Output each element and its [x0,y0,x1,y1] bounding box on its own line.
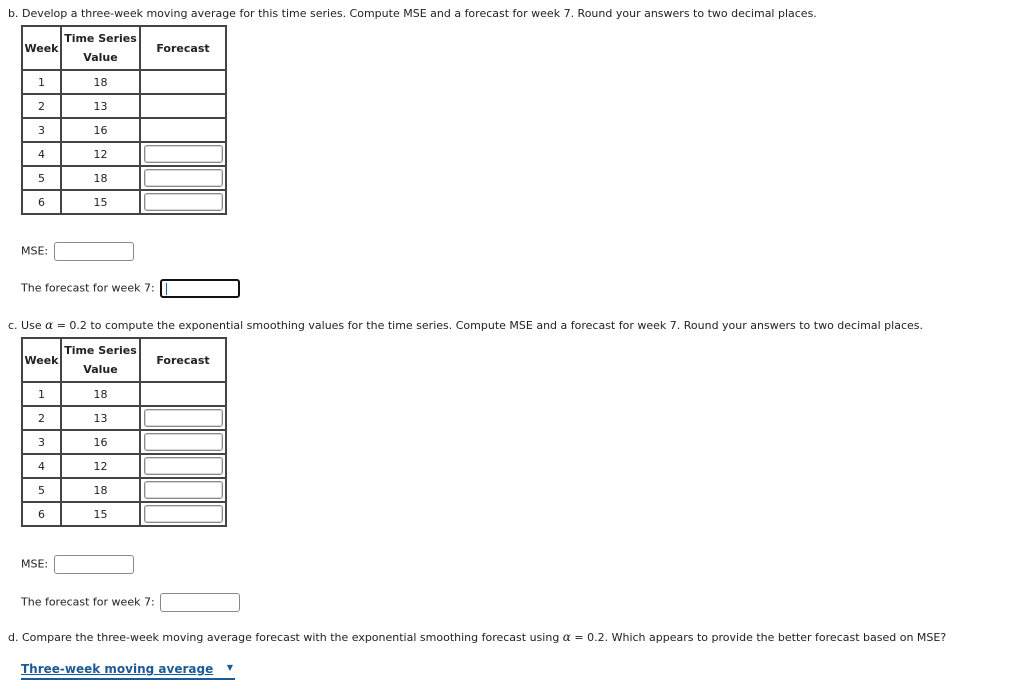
forecast-cell [139,165,227,191]
forecast-cell [139,93,227,119]
table-row: 1 18 [21,69,227,95]
value-cell: 15 [60,501,141,527]
forecast-input[interactable] [143,409,223,427]
exponential-smoothing-table: Week Time Series Value Forecast 1 18 2 13 3 1… [21,337,227,527]
forecast-cell [139,141,227,167]
forecast-input[interactable] [143,481,223,499]
value-cell: 15 [60,189,141,215]
header-time-series-value: Time Series Value [60,25,141,71]
text-caret [166,283,168,295]
table-row: 2 13 [21,93,227,119]
forecast-cell [139,501,227,527]
week-cell: 1 [21,381,62,407]
header-forecast: Forecast [139,337,227,383]
value-cell: 13 [60,405,141,431]
value-cell: 18 [60,477,141,503]
table-row: 6 15 [21,189,227,215]
forecast-cell [139,477,227,503]
part-c-week7-input[interactable] [160,593,241,612]
part-b-mse-row: MSE: [21,242,134,261]
moving-average-table: Week Time Series Value Forecast 1 18 2 13 3 1… [21,25,227,215]
part-c-mse-row: MSE: [21,555,134,574]
part-b-mse-input[interactable] [53,242,134,261]
part-c-mse-input[interactable] [53,555,134,574]
week-cell: 6 [21,189,62,215]
forecast-input[interactable] [143,457,223,475]
part-c-prompt: c. Use α = 0.2 to compute the exponentia… [8,318,923,332]
header-forecast: Forecast [139,25,227,71]
header-week: Week [21,25,62,71]
table-row: 2 13 [21,405,227,431]
better-forecast-dropdown[interactable]: Three-week moving average ▼ [21,662,235,680]
value-cell: 12 [60,453,141,479]
alpha-symbol: α [562,630,571,644]
value-cell: 16 [60,117,141,143]
value-cell: 13 [60,93,141,119]
week-cell: 2 [21,405,62,431]
week-cell: 5 [21,165,62,191]
value-cell: 18 [60,165,141,191]
mse-label: MSE: [21,557,49,571]
forecast-cell [139,189,227,215]
table-row: 4 12 [21,141,227,167]
forecast-input[interactable] [143,145,223,163]
table-row: 1 18 [21,381,227,407]
table-row: 3 16 [21,117,227,143]
table-row: 5 18 [21,165,227,191]
dropdown-arrow-icon: ▼ [226,663,233,672]
forecast-cell [139,69,227,95]
week-cell: 3 [21,429,62,455]
alpha-symbol: α [45,318,54,332]
week-cell: 1 [21,69,62,95]
forecast-input[interactable] [143,193,223,211]
forecast-cell [139,429,227,455]
value-cell: 16 [60,429,141,455]
forecast-cell [139,381,227,407]
table-row: 3 16 [21,429,227,455]
forecast-input[interactable] [143,505,223,523]
week-cell: 5 [21,477,62,503]
part-d-prompt: d. Compare the three-week moving average… [8,630,947,644]
week7-label: The forecast for week 7: [21,281,155,295]
table-row: 6 15 [21,501,227,527]
part-c-week7-row: The forecast for week 7: [21,593,241,612]
header-week: Week [21,337,62,383]
mse-label: MSE: [21,244,49,258]
forecast-cell [139,117,227,143]
forecast-cell [139,453,227,479]
week7-label: The forecast for week 7: [21,595,155,609]
value-cell: 18 [60,69,141,95]
value-cell: 18 [60,381,141,407]
forecast-input[interactable] [143,433,223,451]
week-cell: 4 [21,141,62,167]
part-b-prompt: b. Develop a three-week moving average f… [8,7,817,20]
header-time-series-value: Time Series Value [60,337,141,383]
forecast-input[interactable] [143,169,223,187]
value-cell: 12 [60,141,141,167]
dropdown-selected-value: Three-week moving average [21,662,214,676]
week-cell: 3 [21,117,62,143]
week-cell: 2 [21,93,62,119]
table-row: 4 12 [21,453,227,479]
part-b-week7-row: The forecast for week 7: [21,279,241,298]
week-cell: 6 [21,501,62,527]
forecast-cell [139,405,227,431]
table-row: 5 18 [21,477,227,503]
week-cell: 4 [21,453,62,479]
part-b-week7-input[interactable] [160,279,241,298]
